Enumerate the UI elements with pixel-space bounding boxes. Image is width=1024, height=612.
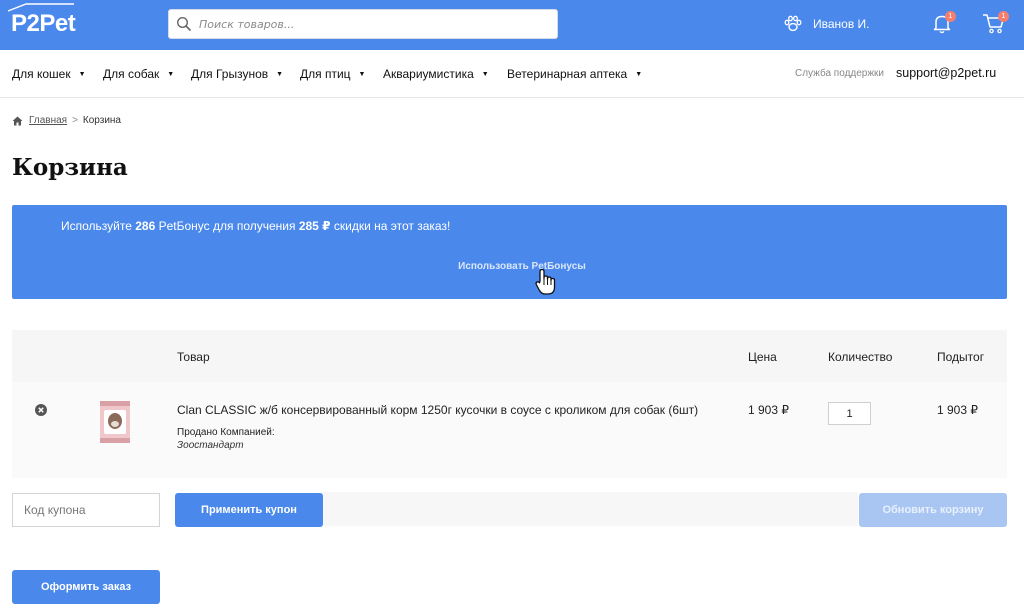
home-icon <box>12 116 23 125</box>
bonus-message: Используйте 286 PetБонус для получения 2… <box>61 219 450 233</box>
caret-down-icon: ▼ <box>276 71 284 78</box>
product-image[interactable] <box>98 398 132 446</box>
bonus-text-after: скидки на этот заказ! <box>330 219 451 233</box>
breadcrumb-current: Корзина <box>82 115 121 126</box>
nav-item-dogs[interactable]: Для собак ▼ <box>103 67 174 81</box>
breadcrumb: Главная > Корзина <box>12 115 121 126</box>
notifications-button[interactable]: 1 <box>931 11 956 34</box>
cart-table-row: Clan CLASSIC ж/б консервированный корм 1… <box>12 382 1007 478</box>
cart-badge: 1 <box>998 11 1009 22</box>
nav-item-aquarium[interactable]: Аквариумистика ▼ <box>383 67 489 81</box>
breadcrumb-separator: > <box>72 115 78 126</box>
page-title: Корзина <box>12 154 128 181</box>
caret-down-icon: ▼ <box>78 71 86 78</box>
column-header-price: Цена <box>748 350 777 364</box>
nav-item-birds[interactable]: Для птиц ▼ <box>300 67 365 81</box>
bonus-discount: 285 ₽ <box>298 219 331 233</box>
nav-item-cats[interactable]: Для кошек ▼ <box>12 67 86 81</box>
notifications-badge: 1 <box>945 11 956 22</box>
column-header-quantity: Количество <box>828 350 893 364</box>
sold-by-label: Продано Компанией: <box>177 427 275 438</box>
seller-name: Зоостандарт <box>177 440 244 451</box>
user-menu[interactable]: Иванов И. <box>783 13 870 35</box>
paw-icon <box>784 15 802 32</box>
search-icon <box>176 16 192 32</box>
caret-down-icon: ▼ <box>481 71 489 78</box>
caret-down-icon: ▼ <box>358 71 366 78</box>
site-logo[interactable]: P2Pet <box>11 10 76 38</box>
search-input[interactable] <box>199 10 549 38</box>
column-header-product: Товар <box>177 350 210 364</box>
user-name: Иванов И. <box>813 17 870 31</box>
quantity-input[interactable] <box>828 402 871 425</box>
top-header: P2Pet Иванов И. 1 1 <box>0 0 1024 50</box>
bonus-text-middle: PetБонус для получения <box>155 219 299 233</box>
checkout-button[interactable]: Оформить заказ <box>12 570 160 604</box>
bonus-amount: 286 <box>135 219 156 233</box>
cart-table-header: Товар Цена Количество Подытог <box>12 330 1007 382</box>
search-box[interactable] <box>168 9 558 39</box>
caret-down-icon: ▼ <box>635 71 643 78</box>
nav-item-label: Для Грызунов <box>191 67 269 81</box>
caret-down-icon: ▼ <box>167 71 175 78</box>
apply-coupon-button[interactable]: Применить купон <box>175 493 323 527</box>
support-label: Служба поддержки <box>795 68 885 79</box>
update-cart-button[interactable]: Обновить корзину <box>859 493 1007 527</box>
nav-item-label: Для птиц <box>300 67 351 81</box>
support-email-link[interactable]: support@p2pet.ru <box>896 66 996 80</box>
use-bonus-button[interactable]: Использовать PetБонусы <box>452 257 592 277</box>
column-header-subtotal: Подытог <box>937 350 985 364</box>
breadcrumb-home-link[interactable]: Главная <box>29 115 67 126</box>
category-nav: Для кошек ▼ Для собак ▼ Для Грызунов ▼ Для … <box>0 50 1024 98</box>
actions-strip <box>322 492 858 526</box>
nav-item-label: Для собак <box>103 67 160 81</box>
nav-item-label: Аквариумистика <box>383 67 474 81</box>
remove-item-icon[interactable] <box>35 404 47 416</box>
nav-item-vet-pharmacy[interactable]: Ветеринарная аптека ▼ <box>507 67 642 81</box>
bonus-banner: Используйте 286 PetБонус для получения 2… <box>12 205 1007 299</box>
nav-item-label: Для кошек <box>12 67 71 81</box>
nav-item-rodents[interactable]: Для Грызунов ▼ <box>191 67 283 81</box>
nav-item-label: Ветеринарная аптека <box>507 67 628 81</box>
hand-cursor-icon <box>535 268 556 295</box>
item-price: 1 903 ₽ <box>748 403 789 417</box>
item-subtotal: 1 903 ₽ <box>937 403 978 417</box>
coupon-input[interactable] <box>12 493 160 527</box>
product-name-link[interactable]: Clan CLASSIC ж/б консервированный корм 1… <box>177 403 698 417</box>
bonus-text-before: Используйте <box>61 219 136 233</box>
cart-button[interactable]: 1 <box>982 11 1009 34</box>
